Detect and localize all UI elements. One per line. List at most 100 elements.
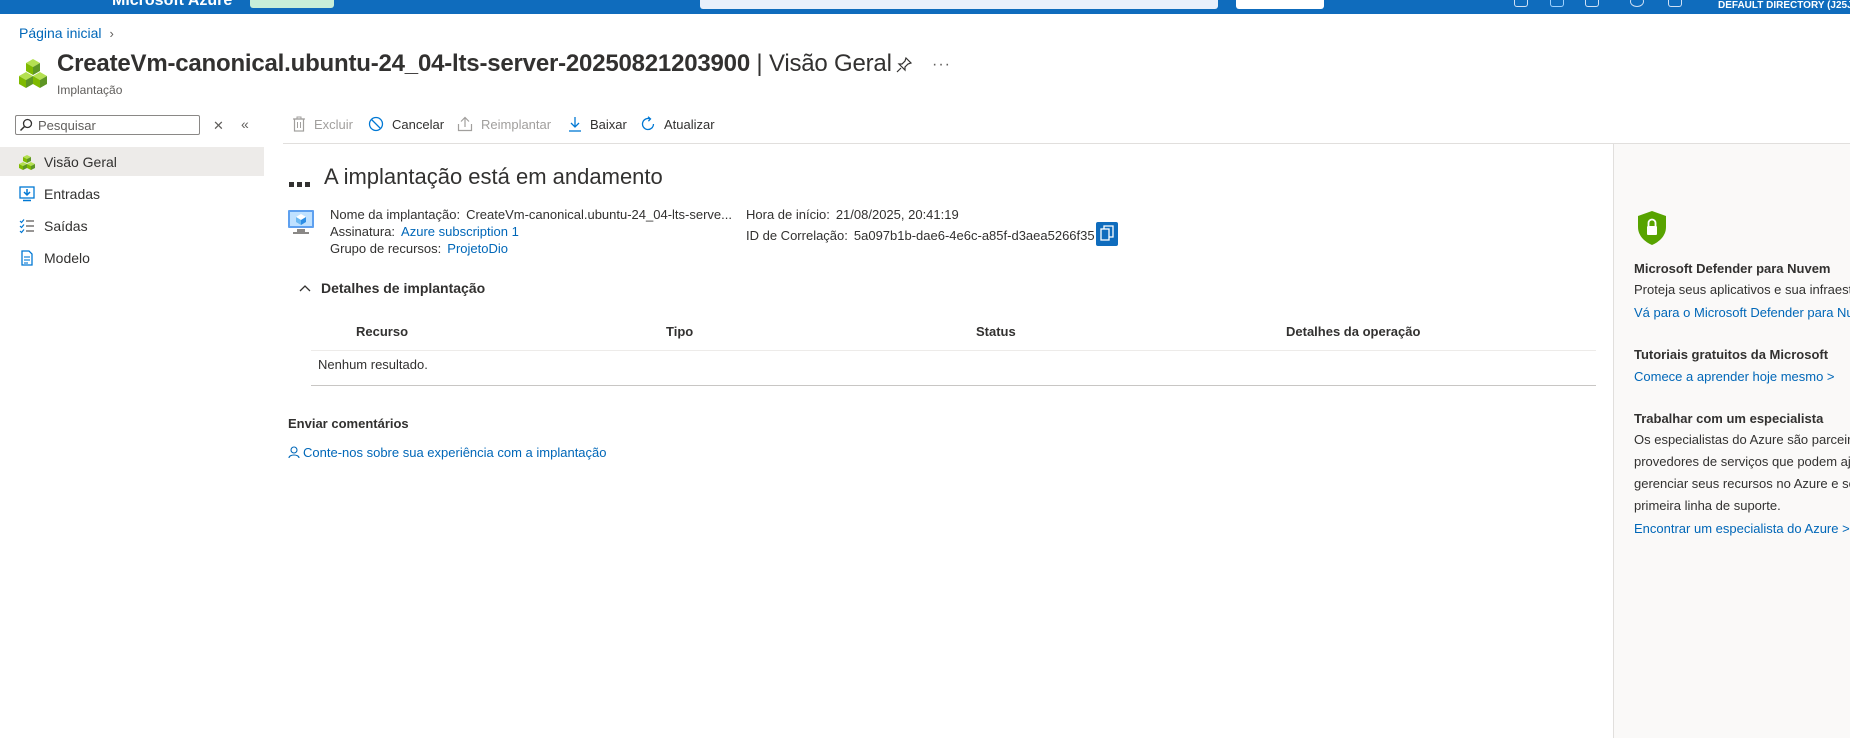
correlation-id-label: ID de Correlação:	[746, 228, 848, 243]
help-icon[interactable]	[1630, 0, 1644, 7]
breadcrumb: Página inicial ›	[19, 25, 114, 41]
expert-title: Trabalhar com um especialista	[1634, 411, 1824, 426]
column-header-type[interactable]: Tipo	[666, 324, 693, 339]
expert-text-line: provedores de serviços que podem aj	[1634, 454, 1850, 469]
cloud-shell-icon[interactable]	[1514, 0, 1528, 7]
top-bar: Microsoft Azure DEFAULT DIRECTORY (J25JI	[0, 0, 1850, 14]
subscription-row: Assinatura: Azure subscription 1	[330, 224, 519, 239]
tutorials-link[interactable]: Comece a aprender hoje mesmo >	[1634, 369, 1835, 384]
defender-text: Proteja seus aplicativos e sua infraestr	[1634, 282, 1850, 297]
clear-search-icon[interactable]: ✕	[213, 118, 224, 134]
delete-button[interactable]: Excluir	[292, 116, 353, 132]
cancel-button[interactable]: Cancelar	[368, 116, 444, 132]
resource-name: CreateVm-canonical.ubuntu-24_04-lts-serv…	[57, 50, 750, 77]
nav-item-template[interactable]: Modelo	[0, 243, 264, 272]
resource-group-label: Grupo de recursos:	[330, 241, 442, 256]
copilot-cta-button[interactable]	[1236, 0, 1324, 9]
chevron-up-icon	[299, 284, 311, 292]
feedback-person-icon	[288, 446, 300, 459]
start-time-label: Hora de início:	[746, 207, 830, 222]
copilot-button[interactable]	[250, 0, 334, 8]
outputs-icon	[19, 218, 35, 234]
page-subtitle: Implantação	[57, 83, 123, 97]
settings-icon[interactable]	[1585, 0, 1599, 7]
global-search-input[interactable]	[700, 0, 1218, 9]
cancel-icon	[368, 116, 384, 132]
deployment-name-label: Nome da implantação:	[330, 207, 461, 222]
breadcrumb-home-link[interactable]: Página inicial	[19, 25, 102, 41]
download-button[interactable]: Baixar	[568, 116, 627, 132]
resource-group-link[interactable]: ProjetoDio	[447, 241, 508, 256]
empty-table-message: Nenhum resultado.	[318, 357, 428, 372]
column-header-resource[interactable]: Recurso	[356, 324, 408, 339]
nav-item-label: Saídas	[44, 217, 88, 234]
start-time-row: Hora de início: 21/08/2025, 20:41:19	[746, 207, 959, 222]
trash-icon	[292, 116, 306, 132]
deployment-status-heading: A implantação está em andamento	[324, 164, 663, 189]
brand-logo-text[interactable]: Microsoft Azure	[112, 0, 232, 10]
nav-item-outputs[interactable]: Saídas	[0, 211, 264, 240]
delete-label: Excluir	[314, 116, 354, 132]
notifications-icon[interactable]	[1550, 0, 1564, 7]
more-options-icon[interactable]: ···	[932, 56, 951, 74]
correlation-id-row: ID de Correlação: 5a097b1b-dae6-4e6c-a85f…	[746, 228, 1095, 243]
feedback-icon[interactable]	[1668, 0, 1682, 7]
right-panel-divider	[1613, 144, 1614, 738]
resource-group-row: Grupo de recursos: ProjetoDio	[330, 241, 508, 256]
redeploy-label: Reimplantar	[481, 116, 552, 132]
virtual-machine-icon	[287, 208, 315, 239]
inputs-icon	[19, 185, 35, 202]
correlation-id-value: 5a097b1b-dae6-4e6c-a85f-d3aea5266f35	[853, 228, 1095, 243]
feedback-link-label: Conte-nos sobre sua experiência com a im…	[303, 445, 607, 460]
pin-icon[interactable]	[896, 56, 913, 76]
nav-item-label: Modelo	[44, 249, 90, 266]
page-title: CreateVm-canonical.ubuntu-24_04-lts-serv…	[57, 50, 892, 78]
nav-search-box[interactable]	[15, 115, 200, 135]
copy-icon	[1100, 224, 1114, 244]
title-separator: |	[749, 50, 769, 77]
deployment-details-toggle[interactable]: Detalhes de implantação	[299, 280, 485, 296]
deployment-name-row: Nome da implantação: CreateVm-canonical.u…	[330, 207, 732, 222]
breadcrumb-separator-icon: ›	[109, 26, 114, 41]
feedback-link[interactable]: Conte-nos sobre sua experiência com a im…	[288, 445, 607, 460]
redeploy-button[interactable]: Reimplantar	[457, 116, 551, 132]
upload-icon	[457, 116, 473, 132]
feedback-heading: Enviar comentários	[288, 416, 409, 431]
defender-link[interactable]: Vá para o Microsoft Defender para Nu	[1634, 305, 1850, 320]
overview-cubes-icon	[19, 154, 35, 170]
expert-link[interactable]: Encontrar um especialista do Azure >	[1634, 521, 1850, 536]
template-icon	[19, 249, 35, 266]
defender-shield-icon	[1637, 210, 1667, 249]
expert-text-line: gerenciar seus recursos no Azure e se	[1634, 476, 1850, 491]
start-time-value: 21/08/2025, 20:41:19	[835, 207, 959, 222]
table-header-divider	[311, 350, 1596, 351]
refresh-label: Atualizar	[664, 116, 715, 132]
nav-item-inputs[interactable]: Entradas	[0, 179, 264, 208]
tutorials-title: Tutoriais gratuitos da Microsoft	[1634, 347, 1829, 362]
table-bottom-border	[311, 385, 1596, 386]
search-icon	[19, 118, 33, 135]
nav-search-input[interactable]	[38, 117, 193, 133]
nav-item-label: Visão Geral	[44, 153, 117, 170]
nav-item-label: Entradas	[44, 185, 101, 202]
column-header-operation-details[interactable]: Detalhes da operação	[1286, 324, 1420, 339]
refresh-icon	[640, 116, 656, 132]
column-header-status[interactable]: Status	[976, 324, 1016, 339]
subscription-link[interactable]: Azure subscription 1	[401, 224, 519, 239]
directory-label[interactable]: DEFAULT DIRECTORY (J25JI	[1718, 0, 1850, 11]
deployment-name-value: CreateVm-canonical.ubuntu-24_04-lts-serv…	[466, 207, 732, 222]
download-icon	[568, 116, 582, 132]
defender-title: Microsoft Defender para Nuvem	[1634, 261, 1831, 276]
nav-item-overview[interactable]: Visão Geral	[0, 147, 264, 176]
in-progress-icon	[289, 176, 313, 192]
refresh-button[interactable]: Atualizar	[640, 116, 715, 132]
expert-text-line: primeira linha de suporte.	[1634, 498, 1781, 513]
expert-text-line: Os especialistas do Azure são parceiro	[1634, 432, 1850, 447]
collapse-nav-icon[interactable]: «	[241, 116, 249, 132]
deployment-cubes-icon	[18, 58, 48, 90]
download-label: Baixar	[590, 116, 627, 132]
subscription-label: Assinatura:	[330, 224, 396, 239]
copy-to-clipboard-button[interactable]	[1096, 222, 1118, 246]
section-name: Visão Geral	[768, 50, 892, 77]
cancel-label: Cancelar	[392, 116, 445, 132]
